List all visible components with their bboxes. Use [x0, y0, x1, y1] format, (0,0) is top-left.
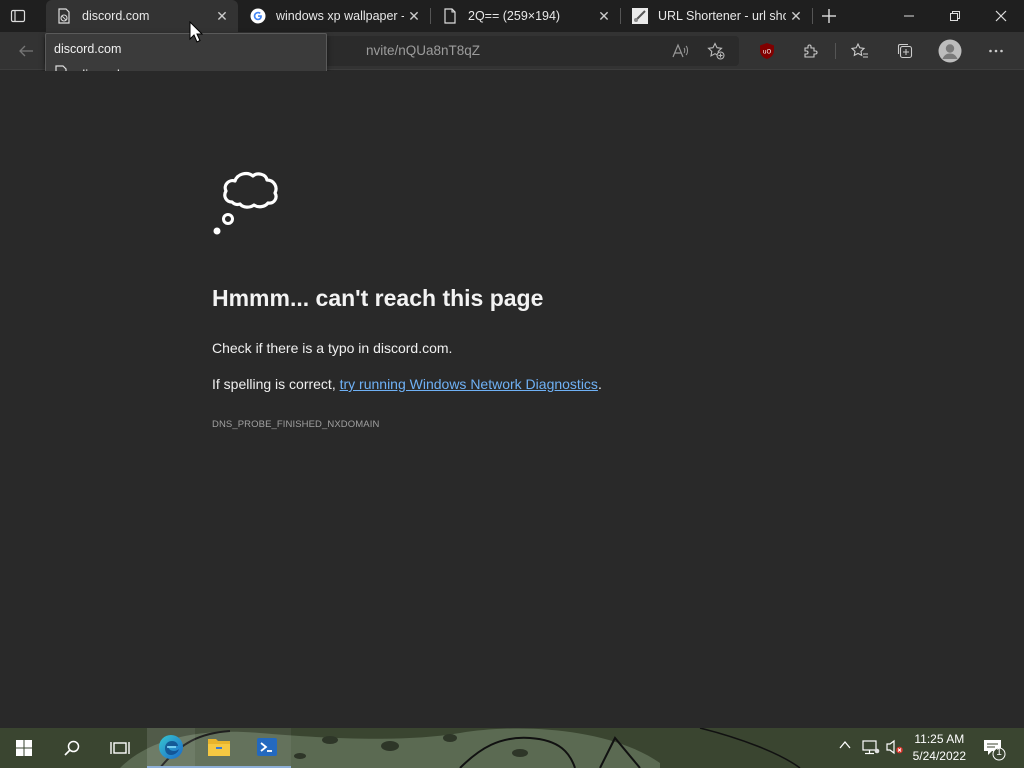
network-icon	[862, 740, 880, 755]
new-tab-button[interactable]	[818, 6, 840, 26]
notification-count: 1	[996, 747, 1002, 758]
show-hidden-icons-button[interactable]	[838, 738, 852, 755]
tab-close-button[interactable]: ✕	[786, 6, 806, 26]
system-clock[interactable]: 11:25 AM 5/24/2022	[913, 731, 966, 765]
avatar-icon	[938, 39, 962, 63]
diagnostics-hint-suffix: .	[597, 376, 602, 392]
tab-image[interactable]: 2Q== (259×194) ✕	[432, 0, 620, 32]
search-icon	[64, 740, 80, 756]
windows-logo-icon	[16, 740, 32, 756]
tab-url-shortener[interactable]: URL Shortener - url sho ✕	[622, 0, 812, 32]
collections-icon	[897, 43, 913, 59]
tab-close-button[interactable]: ✕	[212, 6, 232, 26]
tab-actions-button[interactable]	[10, 8, 26, 24]
minimize-icon	[904, 15, 914, 17]
settings-menu-button[interactable]	[980, 36, 1012, 66]
typo-hint: Check if there is a typo in discord.com.	[212, 340, 453, 356]
add-favorite-button[interactable]	[700, 36, 732, 66]
tab-title: 2Q== (259×194)	[468, 9, 561, 23]
svg-text:uO: uO	[763, 49, 772, 56]
tab-separator	[620, 8, 621, 24]
speaker-muted-icon	[886, 739, 903, 755]
network-diagnostics-link[interactable]: try running Windows Network Diagnostics	[340, 376, 598, 392]
tab-discord[interactable]: discord.com ✕	[46, 0, 238, 32]
clock-date: 5/24/2022	[912, 749, 966, 763]
page-error-icon	[56, 8, 72, 24]
restore-icon	[950, 11, 960, 21]
powershell-icon	[257, 738, 277, 756]
tab-strip: discord.com ✕ windows xp wallpaper - ✕ 2…	[0, 0, 1024, 32]
start-button[interactable]	[0, 728, 48, 768]
tab-title: windows xp wallpaper -	[276, 9, 404, 23]
volume-control[interactable]	[886, 739, 904, 758]
task-view-icon	[110, 742, 130, 754]
close-icon	[995, 10, 1007, 22]
more-icon	[989, 49, 1003, 53]
read-aloud-icon	[672, 43, 688, 58]
close-window-button[interactable]	[978, 0, 1024, 32]
taskbar-powershell[interactable]	[243, 728, 291, 768]
back-button[interactable]	[10, 36, 42, 66]
ublock-origin-button[interactable]: uO	[751, 36, 783, 66]
diagnostics-hint: If spelling is correct, try running Wind…	[212, 376, 602, 392]
ublock-origin-icon: uO	[760, 43, 774, 59]
taskbar-file-explorer[interactable]	[195, 728, 243, 768]
notification-icon	[984, 740, 1006, 761]
tab-actions-icon	[10, 9, 26, 23]
clock-time: 11:25 AM	[914, 732, 965, 746]
action-center-button[interactable]: 1	[982, 737, 1006, 761]
thought-cloud-icon	[210, 160, 290, 240]
url-shortener-icon	[632, 8, 648, 24]
tab-close-button[interactable]: ✕	[594, 6, 614, 26]
favorites-icon	[851, 42, 868, 58]
address-text[interactable]: nvite/nQUa8nT8qZ	[366, 43, 480, 58]
page-content	[0, 71, 1024, 728]
profile-button[interactable]	[934, 36, 966, 66]
favorites-button[interactable]	[844, 36, 876, 66]
taskbar: 11:25 AM 5/24/2022 1	[0, 728, 1024, 768]
plus-icon	[822, 9, 836, 23]
chevron-up-icon	[839, 740, 851, 749]
error-code: DNS_PROBE_FINISHED_NXDOMAIN	[212, 419, 380, 430]
toolbar-separator	[835, 43, 836, 59]
restore-button[interactable]	[932, 0, 978, 32]
tab-separator	[430, 8, 431, 24]
puzzle-icon	[804, 44, 818, 58]
tooltip-title: discord.com	[54, 42, 122, 56]
page-title: Hmmm... can't reach this page	[212, 285, 544, 311]
star-plus-icon	[707, 42, 725, 60]
google-icon	[250, 8, 266, 24]
network-status[interactable]	[862, 739, 880, 758]
collections-button[interactable]	[889, 36, 921, 66]
tab-close-button[interactable]: ✕	[404, 6, 424, 26]
diagnostics-hint-prefix: If spelling is correct,	[212, 376, 340, 392]
tab-title: URL Shortener - url sho	[658, 9, 786, 23]
taskbar-edge[interactable]	[147, 728, 195, 768]
mouse-pointer-icon	[189, 20, 204, 48]
tab-windows-xp-wallpaper[interactable]: windows xp wallpaper - ✕	[240, 0, 430, 32]
minimize-button[interactable]	[886, 0, 932, 32]
page-icon	[442, 8, 458, 24]
read-aloud-button[interactable]	[664, 36, 696, 66]
tab-separator	[812, 8, 813, 24]
edge-icon	[159, 735, 183, 759]
folder-icon	[208, 739, 230, 756]
extensions-button[interactable]	[795, 36, 827, 66]
search-button[interactable]	[48, 728, 96, 768]
arrow-left-icon	[19, 45, 33, 57]
task-view-button[interactable]	[96, 728, 144, 768]
